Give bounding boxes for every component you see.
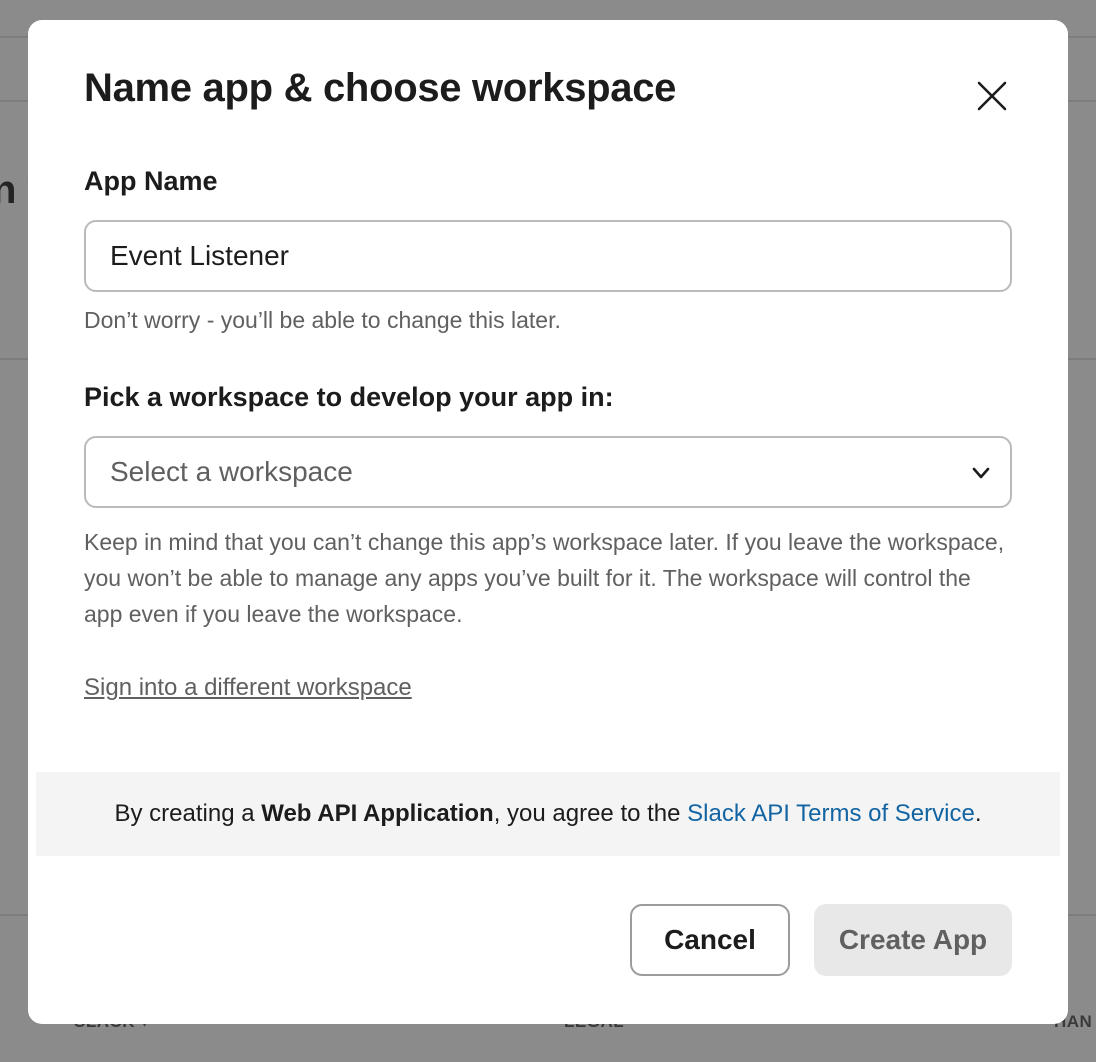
create-app-button[interactable]: Create App (814, 904, 1012, 976)
terms-suffix: . (974, 800, 982, 827)
workspace-note: Keep in mind that you can’t change this … (84, 529, 1005, 627)
terms-app-type: Web API Application (261, 800, 494, 827)
close-icon (977, 81, 1007, 111)
workspace-select-value: Select a workspace (110, 456, 353, 487)
workspace-label: Pick a workspace to develop your app in: (84, 382, 614, 412)
workspace-select[interactable]: Select a workspace (84, 436, 1012, 508)
terms-of-service-link[interactable]: Slack API Terms of Service (687, 800, 975, 828)
sign-in-different-workspace-link[interactable]: Sign into a different workspace (84, 674, 412, 702)
app-name-label: App Name (84, 166, 218, 196)
app-name-input[interactable] (84, 220, 1012, 292)
terms-notice: By creating a Web API Application , you … (36, 772, 1060, 856)
modal-title: Name app & choose workspace (84, 66, 677, 110)
terms-prefix: By creating a (114, 800, 262, 827)
app-name-hint: Don’t worry - you’ll be able to change t… (84, 307, 561, 333)
create-app-modal: Name app & choose workspace App Name Don… (28, 20, 1068, 1024)
terms-middle: , you agree to the (493, 800, 688, 827)
chevron-down-icon (972, 467, 990, 479)
close-button[interactable] (972, 76, 1012, 116)
cancel-button[interactable]: Cancel (630, 904, 790, 976)
